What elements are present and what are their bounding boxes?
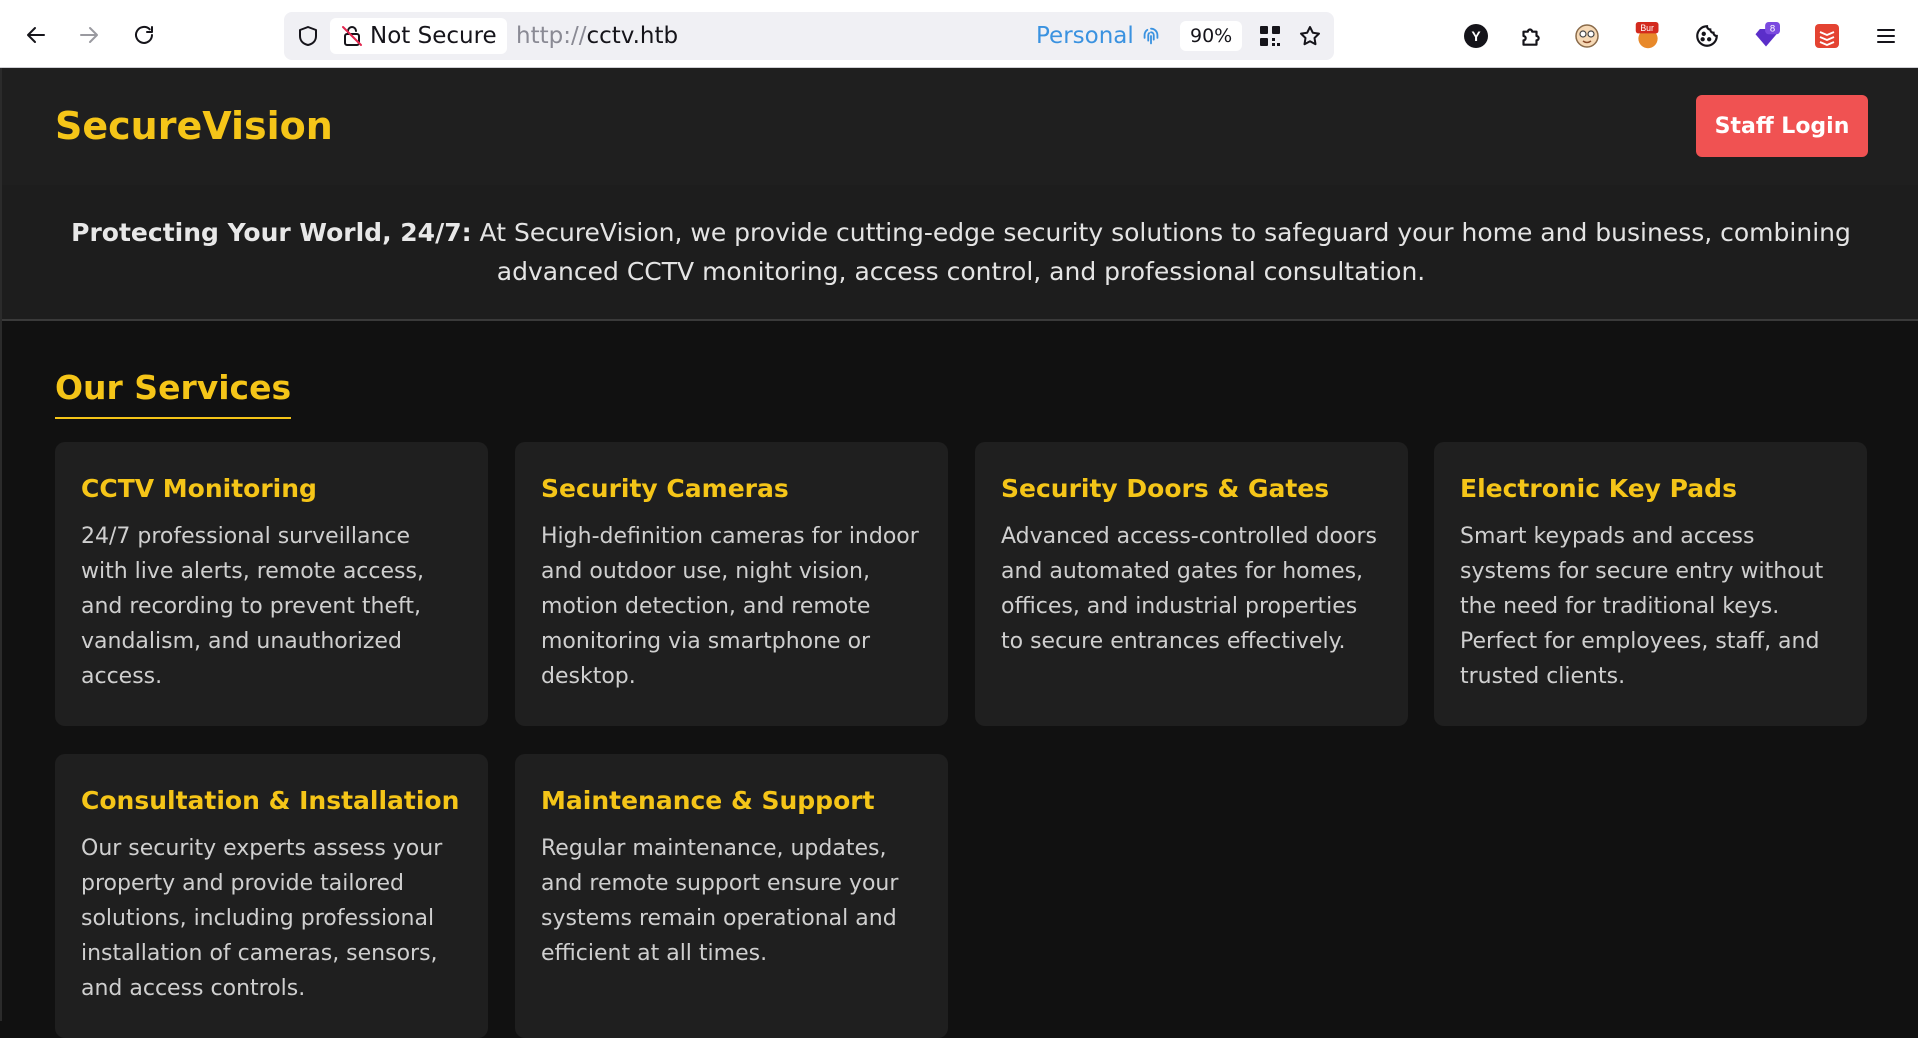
extension-gem-icon[interactable]: 8 xyxy=(1752,22,1780,50)
shield-icon[interactable] xyxy=(296,24,320,48)
service-card: Security Cameras High-definition cameras… xyxy=(515,442,948,726)
site-header: SecureVision Staff Login xyxy=(2,68,1918,185)
service-description: Advanced access-controlled doors and aut… xyxy=(1001,524,1377,654)
service-card: Electronic Key Pads Smart keypads and ac… xyxy=(1434,442,1867,726)
menu-hamburger-icon[interactable] xyxy=(1872,22,1900,50)
container-indicator[interactable]: Personal xyxy=(1036,12,1162,60)
hero-banner: Protecting Your World, 24/7: At SecureVi… xyxy=(2,185,1918,321)
bookmark-star-icon[interactable] xyxy=(1298,24,1322,48)
extension-todo-icon[interactable] xyxy=(1813,22,1841,50)
service-card: Consultation & Installation Our security… xyxy=(55,754,488,1038)
hero-bold-text: Protecting Your World, 24/7: xyxy=(71,218,472,247)
service-title: Maintenance & Support xyxy=(541,786,875,815)
service-description: 24/7 professional surveillance with live… xyxy=(81,524,424,689)
reload-button[interactable] xyxy=(127,18,161,52)
fingerprint-icon xyxy=(1143,27,1159,45)
gem-badge-count: 8 xyxy=(1770,24,1775,35)
container-label: Personal xyxy=(1036,23,1134,49)
hero-body-text: At SecureVision, we provide cutting-edge… xyxy=(471,218,1851,286)
service-card: Maintenance & Support Regular maintenanc… xyxy=(515,754,948,1038)
extension-y-icon[interactable]: Y xyxy=(1462,22,1490,50)
service-description: High-definition cameras for indoor and o… xyxy=(541,524,919,689)
service-card: CCTV Monitoring 24/7 professional survei… xyxy=(55,442,488,726)
url-text[interactable]: http://cctv.htb xyxy=(516,12,678,60)
back-arrow-icon xyxy=(27,27,45,43)
service-title: Security Doors & Gates xyxy=(1001,474,1330,503)
not-secure-indicator[interactable]: Not Secure xyxy=(330,18,507,54)
forward-arrow-icon xyxy=(80,27,98,43)
zoom-level[interactable]: 90% xyxy=(1180,21,1243,51)
qr-code-icon[interactable] xyxy=(1258,24,1282,48)
extension-face-icon[interactable] xyxy=(1573,22,1601,50)
brand-logo[interactable]: SecureVision xyxy=(55,104,333,148)
browser-toolbar: Not Secure http://cctv.htb Personal 90% … xyxy=(0,0,1918,68)
forward-button[interactable] xyxy=(72,18,106,52)
burp-extension-icon[interactable]: Bur xyxy=(1634,22,1662,50)
service-title: Consultation & Installation xyxy=(81,786,460,815)
burp-badge-label: Bur xyxy=(1640,23,1654,33)
svg-text:Y: Y xyxy=(1471,28,1481,44)
service-title: Security Cameras xyxy=(541,474,789,503)
service-title: Electronic Key Pads xyxy=(1460,474,1737,503)
back-button[interactable] xyxy=(19,18,53,52)
service-title: CCTV Monitoring xyxy=(81,474,317,503)
insecure-lock-icon xyxy=(342,26,362,46)
reload-icon xyxy=(135,25,153,44)
service-description: Regular maintenance, updates, and remote… xyxy=(541,836,899,966)
services-heading: Our Services xyxy=(55,368,292,419)
hero-text: Protecting Your World, 24/7: At SecureVi… xyxy=(52,213,1870,291)
url-protocol: http:// xyxy=(516,23,587,49)
not-secure-label: Not Secure xyxy=(370,23,497,49)
cookie-icon[interactable] xyxy=(1693,22,1721,50)
url-bar[interactable]: Not Secure http://cctv.htb Personal 90% xyxy=(284,12,1334,60)
staff-login-button[interactable]: Staff Login xyxy=(1696,95,1868,157)
url-host: cctv.htb xyxy=(586,23,679,49)
page-content: SecureVision Staff Login Protecting Your… xyxy=(0,68,1918,1038)
service-card: Security Doors & Gates Advanced access-c… xyxy=(975,442,1408,726)
service-description: Our security experts assess your propert… xyxy=(81,836,443,1001)
service-description: Smart keypads and access systems for sec… xyxy=(1460,524,1824,689)
extensions-puzzle-icon[interactable] xyxy=(1516,22,1544,50)
